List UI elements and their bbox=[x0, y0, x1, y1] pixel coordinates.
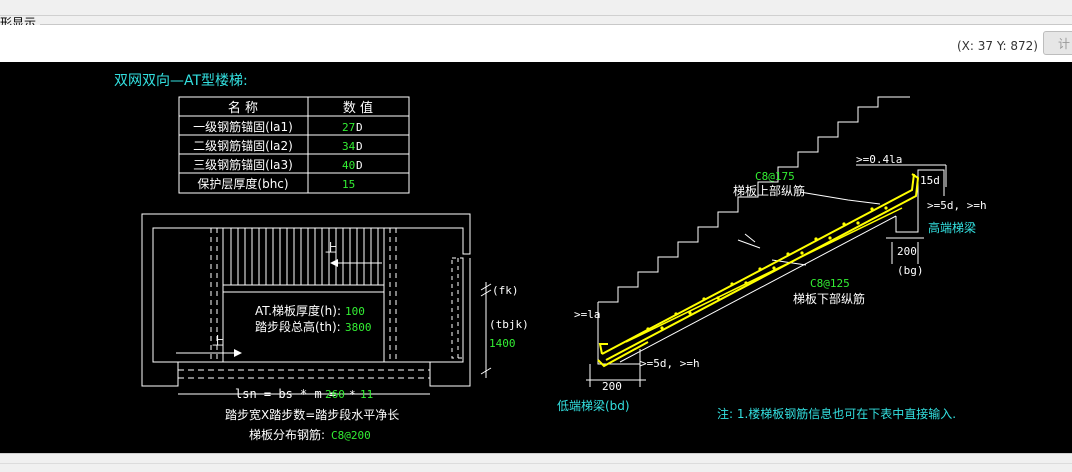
table-header-name: 名 称 bbox=[228, 100, 258, 116]
table-row-name: 保护层厚度(bhc) bbox=[197, 176, 288, 191]
drawing-canvas[interactable]: 双网双向—AT型楼梯: 名 称 数 值 一级钢筋锚固(la1) 27 D 二级钢… bbox=[0, 62, 1072, 453]
table-row-value[interactable]: 40 bbox=[342, 159, 355, 172]
lsn-description: 踏步宽X踏步数=踏步段水平净长 bbox=[225, 407, 399, 422]
table-row-value[interactable]: 15 bbox=[342, 178, 355, 191]
diagram-title: 双网双向—AT型楼梯: bbox=[114, 73, 248, 89]
window-top-strip bbox=[0, 0, 1072, 16]
table-row-name: 一级钢筋锚固(la1) bbox=[193, 119, 293, 134]
bottom-rebar-code[interactable]: C8@125 bbox=[810, 277, 850, 290]
thickness-label: AT.梯板厚度(h): bbox=[255, 303, 341, 318]
la-bottom-label: >=la bbox=[574, 308, 601, 321]
table-row-value[interactable]: 27 bbox=[342, 121, 355, 134]
low-beam-label: 低端梯梁(bd) bbox=[557, 398, 630, 413]
bottom-rebar-label: 梯板下部纵筋 bbox=[793, 291, 865, 306]
lsn-multiply: * bbox=[349, 388, 356, 401]
top-rebar-label: 梯板上部纵筋 bbox=[733, 183, 805, 198]
distribution-rebar-value[interactable]: C8@200 bbox=[331, 429, 371, 442]
high-beam-label: 高端梯梁 bbox=[928, 220, 976, 235]
fk-label: (fk) bbox=[492, 284, 519, 297]
table-row-unit: D bbox=[356, 140, 363, 153]
up-arrow-icon bbox=[234, 349, 242, 357]
tbjk-value[interactable]: 1400 bbox=[489, 337, 516, 350]
lsn-bs-value[interactable]: 260 bbox=[325, 388, 345, 401]
height-label: 踏步段总高(th): bbox=[255, 319, 341, 334]
up-label: 上 bbox=[325, 241, 337, 255]
top-15d-label: 15d bbox=[920, 174, 940, 187]
up-label: 上 bbox=[212, 334, 224, 348]
bottom-divider bbox=[0, 463, 1072, 464]
note-text: 注: 1.楼梯板钢筋信息也可在下表中直接输入. bbox=[717, 406, 956, 421]
stair-diagram: 双网双向—AT型楼梯: 名 称 数 值 一级钢筋锚固(la1) 27 D 二级钢… bbox=[114, 73, 987, 442]
calculate-button[interactable]: 计 bbox=[1043, 31, 1072, 55]
table-row-unit: D bbox=[356, 121, 363, 134]
bd-dimension: 200 bbox=[602, 380, 622, 393]
tbjk-label: (tbjk) bbox=[489, 318, 529, 331]
lsn-m-value[interactable]: 11 bbox=[360, 388, 373, 401]
la-top-label: >=0.4la bbox=[856, 153, 902, 166]
bg-dimension: 200 bbox=[897, 245, 917, 258]
toolbar: (X: 37 Y: 872) 计 bbox=[0, 25, 1072, 62]
stair-section-view bbox=[586, 96, 947, 387]
bg-label: (bg) bbox=[897, 264, 924, 277]
table-row-name: 三级钢筋锚固(la3) bbox=[193, 157, 293, 172]
status-strip bbox=[0, 453, 1072, 472]
lsn-formula: lsn = bs * m = bbox=[235, 387, 336, 401]
top-anchor-label: >=5d, >=h bbox=[927, 199, 987, 212]
up-arrow-icon bbox=[330, 259, 338, 267]
table-row-value[interactable]: 34 bbox=[342, 140, 356, 153]
coordinates-readout: (X: 37 Y: 872) bbox=[956, 39, 1038, 53]
height-value[interactable]: 3800 bbox=[345, 321, 372, 334]
table-header-value: 数 值 bbox=[343, 100, 373, 116]
bottom-anchor-label: >=5d, >=h bbox=[640, 357, 700, 370]
top-rebar-code[interactable]: C8@175 bbox=[755, 170, 795, 183]
thickness-value[interactable]: 100 bbox=[345, 305, 365, 318]
table-row-name: 二级钢筋锚固(la2) bbox=[193, 138, 293, 153]
distribution-rebar-label: 梯板分布钢筋: bbox=[249, 427, 325, 442]
table-row-unit: D bbox=[356, 159, 363, 172]
